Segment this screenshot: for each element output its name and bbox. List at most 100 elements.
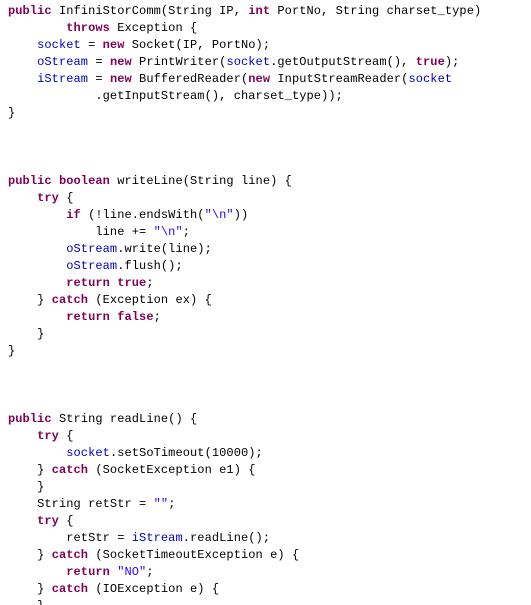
code-text: writeLine(String line) { [109,174,292,188]
code-line[interactable] [8,394,531,411]
code-line[interactable]: } catch (SocketTimeoutException e) { [8,547,531,564]
code-text: .getInputStream(), charset_type)); [8,89,343,103]
code-text: .setSoTimeout(10000); [109,446,263,460]
code-line[interactable]: try { [8,428,531,445]
code-string: "" [153,497,169,511]
code-line[interactable]: try { [8,190,531,207]
code-keyword: return [66,310,110,324]
code-line[interactable]: } [8,598,531,605]
code-keyword: try [37,191,59,205]
code-keyword: return [66,276,110,290]
code-text: ; [146,276,154,290]
code-text: .getOutputStream(), [270,55,416,69]
code-field: oStream [37,55,89,69]
code-keyword: boolean [58,174,110,188]
code-line[interactable]: } [8,105,531,122]
code-line[interactable] [8,139,531,156]
code-text: ; [182,225,191,239]
code-text: PortNo, String charset_type) [270,4,482,18]
code-line[interactable] [8,122,531,139]
code-text: line += [8,225,154,239]
code-text: } [8,463,52,477]
code-text: retStr = [8,531,132,545]
code-text: ; [146,565,154,579]
code-line[interactable]: } [8,479,531,496]
code-field: iStream [131,531,183,545]
code-text: ; [168,497,176,511]
code-line[interactable]: oStream.flush(); [8,258,531,275]
code-line[interactable] [8,156,531,173]
code-keyword: if [66,208,81,222]
code-text: .flush(); [117,259,183,273]
code-line[interactable]: oStream.write(line); [8,241,531,258]
code-line[interactable] [8,360,531,377]
code-text: } [8,344,16,358]
code-line[interactable]: public boolean writeLine(String line) { [8,173,531,190]
code-line[interactable]: } [8,326,531,343]
code-text: } [8,327,45,341]
code-text: { [58,514,74,528]
code-text: } [8,582,52,596]
code-text: = [80,38,103,52]
code-text: } [8,548,52,562]
code-line[interactable]: retStr = iStream.readLine(); [8,530,531,547]
code-line[interactable]: } catch (SocketException e1) { [8,462,531,479]
code-line[interactable]: throws Exception { [8,20,531,37]
code-line[interactable]: line += "\n"; [8,224,531,241]
code-line[interactable]: public String readLine() { [8,411,531,428]
code-keyword: catch [51,293,89,307]
code-line[interactable]: return "NO"; [8,564,531,581]
code-line[interactable]: } catch (Exception ex) { [8,292,531,309]
code-editor-view[interactable]: public InfiniStorComm(String IP, int Por… [0,0,531,605]
code-field: socket [66,446,110,460]
code-line[interactable]: String retStr = ""; [8,496,531,513]
code-keyword: try [37,429,59,443]
code-keyword: int [248,4,271,18]
code-line[interactable]: oStream = new PrintWriter(socket.getOutp… [8,54,531,71]
code-line[interactable]: } [8,343,531,360]
code-line[interactable] [8,377,531,394]
code-keyword: true [415,55,445,69]
code-text: ; [153,310,161,324]
code-text: (SocketException e1) { [88,463,256,477]
code-text: (IOException e) { [88,582,220,596]
code-field: oStream [66,259,118,273]
code-line[interactable]: } catch (IOException e) { [8,581,531,598]
code-field: oStream [66,242,118,256]
code-line[interactable]: .getInputStream(), charset_type)); [8,88,531,105]
code-text: } [8,480,45,494]
code-line[interactable]: if (!line.endsWith("\n")) [8,207,531,224]
code-keyword: new [109,55,132,69]
code-text: = [88,72,110,86]
code-lines-container[interactable]: public InfiniStorComm(String IP, int Por… [0,0,531,605]
code-field: socket [226,55,271,69]
code-keyword: throws [66,21,110,35]
code-text: InputStreamReader( [270,72,409,86]
code-line[interactable]: socket = new Socket(IP, PortNo); [8,37,531,54]
code-line[interactable]: try { [8,513,531,530]
code-keyword: catch [51,463,89,477]
code-text: = [88,55,110,69]
code-line[interactable]: return true; [8,275,531,292]
code-line[interactable]: public InfiniStorComm(String IP, int Por… [8,3,531,20]
code-line[interactable]: return false; [8,309,531,326]
code-text: { [58,429,74,443]
code-line[interactable]: socket.setSoTimeout(10000); [8,445,531,462]
code-keyword: new [248,72,271,86]
code-text: PrintWriter( [131,55,227,69]
code-keyword: catch [51,582,89,596]
code-keyword: false [117,310,154,324]
code-text: BufferedReader( [131,72,249,86]
code-keyword: return [66,565,110,579]
code-keyword: true [117,276,147,290]
code-line[interactable]: iStream = new BufferedReader(new InputSt… [8,71,531,88]
